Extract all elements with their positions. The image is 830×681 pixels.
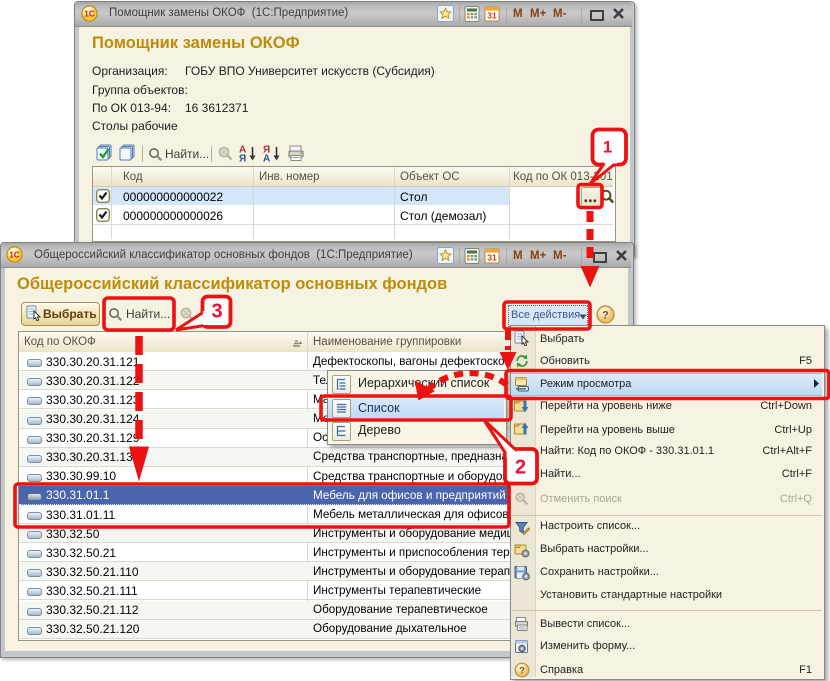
svg-text:2: 2 (515, 457, 526, 479)
svg-text:1: 1 (603, 138, 612, 157)
svg-text:3: 3 (211, 301, 222, 323)
